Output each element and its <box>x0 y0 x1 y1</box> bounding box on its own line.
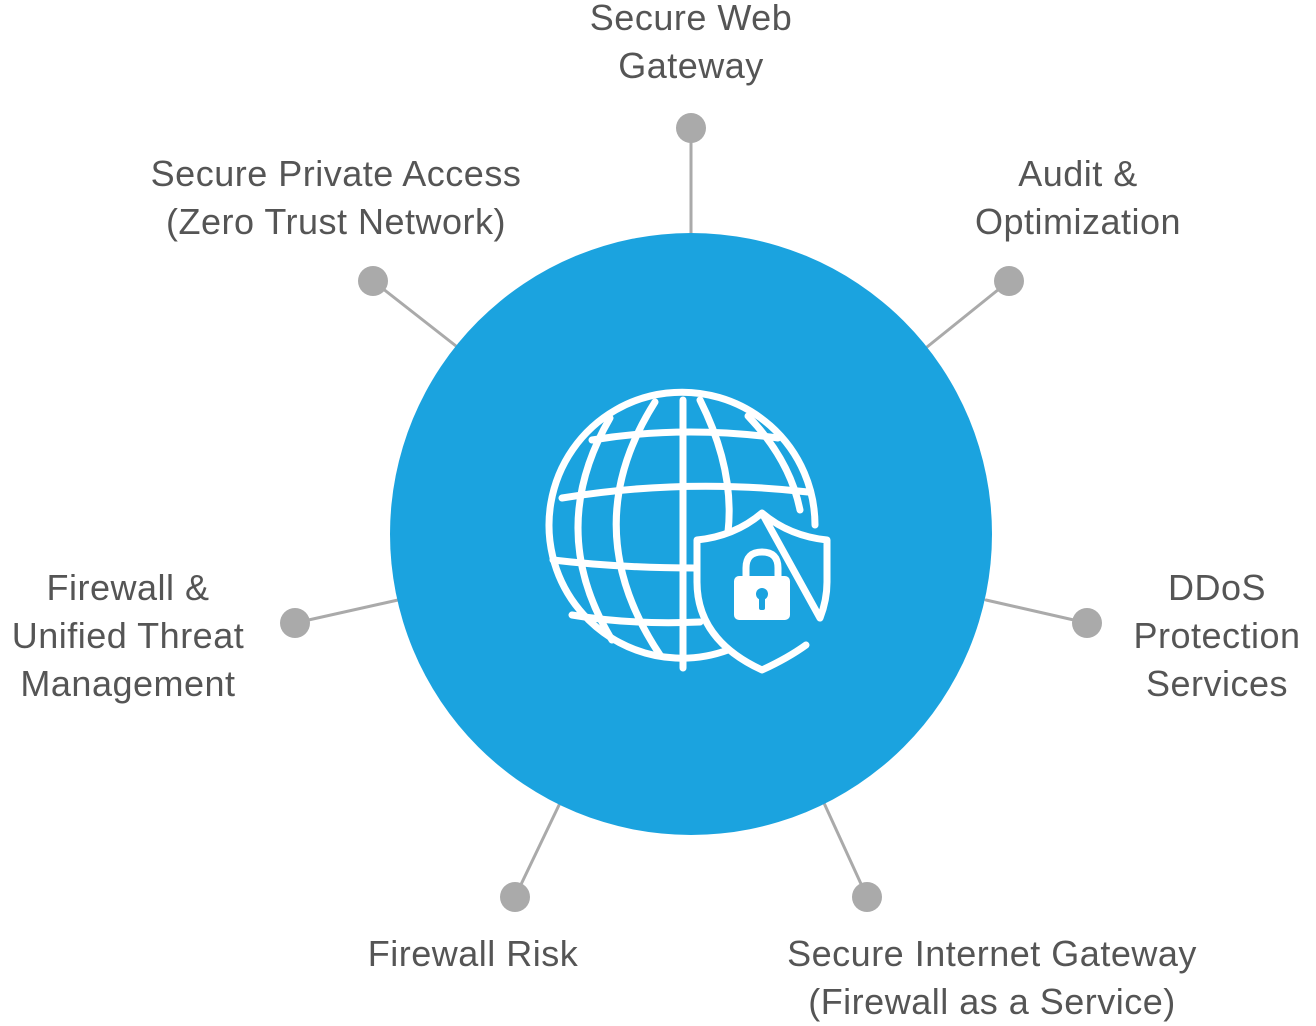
label-line: Services <box>1145 663 1289 704</box>
label-line: Protection <box>1133 615 1301 656</box>
label-secure-internet-gateway: Secure Internet Gateway (Firewall as a S… <box>742 930 1242 1026</box>
label-line: Secure Private Access <box>150 153 522 194</box>
label-line: (Zero Trust Network) <box>165 201 507 242</box>
connector-audit-optimization <box>925 279 1011 349</box>
label-line: (Firewall as a Service) <box>808 981 1176 1022</box>
label-secure-private-access: Secure Private Access (Zero Trust Networ… <box>86 150 586 246</box>
label-line: Secure Internet Gateway <box>787 933 1197 974</box>
label-line: Optimization <box>974 201 1182 242</box>
label-line: Secure Web <box>589 0 793 38</box>
dot-ddos <box>1072 608 1102 638</box>
label-firewall-risk: Firewall Risk <box>333 930 613 978</box>
dot-secure-web-gateway <box>676 113 706 143</box>
hub-circle <box>390 233 992 835</box>
padlock-keyhole-slot <box>759 596 765 610</box>
label-line: Gateway <box>618 45 764 86</box>
label-line: Firewall Risk <box>367 933 579 974</box>
connector-secure-private-access <box>371 279 458 348</box>
dot-secure-private-access <box>358 266 388 296</box>
dot-firewall-utm <box>280 608 310 638</box>
label-firewall-utm: Firewall & Unified Threat Management <box>0 564 256 708</box>
label-secure-web-gateway: Secure Web Gateway <box>541 0 841 90</box>
dot-firewall-risk <box>500 882 530 912</box>
label-line: DDoS <box>1167 567 1267 608</box>
connector-secure-internet-gateway <box>822 801 869 899</box>
label-audit-optimization: Audit & Optimization <box>928 150 1228 246</box>
connector-ddos <box>984 598 1089 625</box>
label-line: Firewall & <box>46 567 210 608</box>
label-ddos: DDoS Protection Services <box>1118 564 1316 708</box>
dot-secure-internet-gateway <box>852 882 882 912</box>
connector-firewall-risk <box>513 801 562 899</box>
label-line: Management <box>20 663 236 704</box>
connector-firewall-utm <box>293 598 400 625</box>
dot-audit-optimization <box>994 266 1024 296</box>
label-line: Audit & <box>1018 153 1138 194</box>
label-line: Unified Threat <box>11 615 245 656</box>
